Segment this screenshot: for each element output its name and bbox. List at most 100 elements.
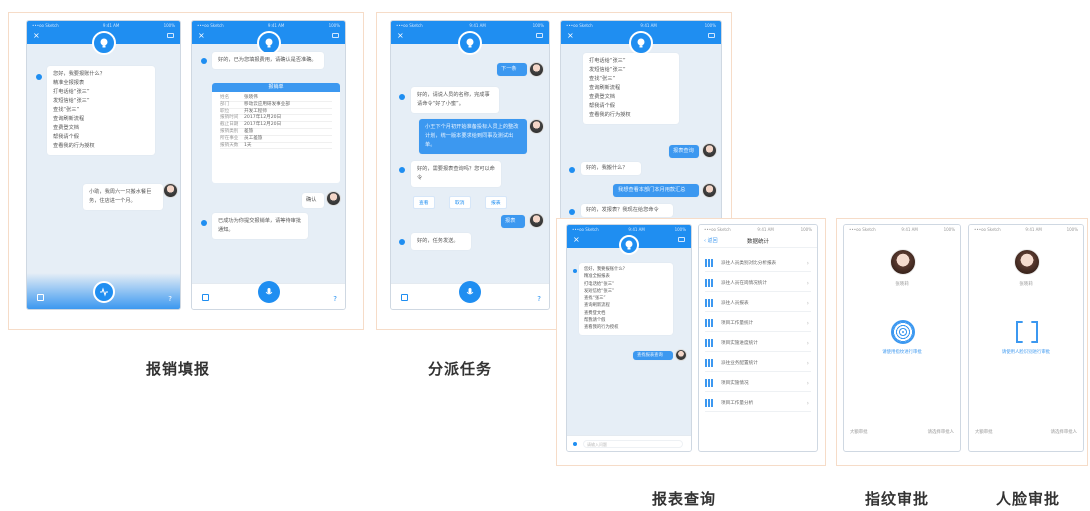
menu-item[interactable]: 精准全报报表 xyxy=(53,79,149,88)
menu-icon[interactable] xyxy=(536,33,543,38)
help-icon[interactable]: ? xyxy=(537,295,541,303)
menu-item[interactable]: 查费登文档 xyxy=(589,93,673,102)
face-id-icon[interactable] xyxy=(1016,321,1038,343)
menu-item[interactable]: 查看我的行为授权 xyxy=(584,324,668,331)
list-item[interactable]: 项目实施进度统计 › xyxy=(705,335,811,352)
confirm-bubble[interactable]: 确认 xyxy=(302,193,324,208)
message-input[interactable]: 请输入问题 xyxy=(583,440,683,448)
menu-icon[interactable] xyxy=(678,237,685,242)
list-item[interactable]: 派往人员报表 › xyxy=(705,295,811,312)
user-avatar xyxy=(529,119,544,134)
list-item[interactable]: 项目工作量分析 › xyxy=(705,395,811,412)
action-button[interactable]: 查看 xyxy=(413,196,435,209)
menu-icon[interactable] xyxy=(332,33,339,38)
list-item[interactable]: 派往业务配置统计 › xyxy=(705,355,811,372)
user-avatar xyxy=(326,191,341,206)
time-label: 9:41 AM xyxy=(267,23,285,28)
chevron-right-icon: › xyxy=(806,359,809,367)
menu-icon[interactable] xyxy=(708,33,715,38)
bot-avatar xyxy=(201,58,207,64)
bottom-bar: ? xyxy=(391,281,549,309)
time-label: 9:41 AM xyxy=(901,227,918,232)
menu-item[interactable]: 帮我请个假 xyxy=(584,317,668,324)
menu-item[interactable]: 精准全报报表 xyxy=(584,273,668,280)
bot-avatar xyxy=(569,209,575,215)
action-button[interactable]: 报表 xyxy=(485,196,507,209)
menu-item[interactable]: 打电话给“张三” xyxy=(584,281,668,288)
time-label: 9:41 AM xyxy=(640,23,657,28)
battery-label: 100% xyxy=(704,23,716,28)
chevron-right-icon: › xyxy=(806,319,809,327)
menu-item[interactable]: 帮我请个假 xyxy=(53,133,149,142)
menu-item[interactable]: 打电话给“张三” xyxy=(589,57,673,66)
menu-item[interactable]: 查看我的行为授权 xyxy=(53,142,149,151)
keyboard-icon[interactable] xyxy=(37,294,44,301)
voice-dot-icon[interactable] xyxy=(573,442,577,446)
menu-item[interactable]: 发短信给“张三” xyxy=(589,66,673,75)
list-item[interactable]: 项目工作量统计 › xyxy=(705,315,811,332)
list-item[interactable]: 派往人员在岗情况统计 › xyxy=(705,275,811,292)
list-item-label: 派往人员在岗情况统计 xyxy=(721,281,767,286)
mic-button[interactable] xyxy=(459,281,481,303)
menu-item[interactable]: 查看我的行为授权 xyxy=(589,111,673,120)
chevron-right-icon: › xyxy=(806,339,809,347)
bot-menu-bubble: 打电话给“张三” 发短信给“张三” 查找“张三” 查询刷新流程 查费登文档 帮我… xyxy=(583,53,679,124)
user-avatar xyxy=(675,349,687,361)
menu-item[interactable]: 查找“张三” xyxy=(589,75,673,84)
caption-assign: 分派任务 xyxy=(428,360,493,378)
time-label: 9:41 AM xyxy=(628,227,645,232)
keyboard-icon[interactable] xyxy=(401,294,408,301)
bot-avatar xyxy=(201,220,207,226)
list-item[interactable]: 派往人员类别对比分析报表 › xyxy=(705,255,811,272)
carrier-label: •••oo Sketch xyxy=(704,227,731,232)
menu-item[interactable]: 查费登文档 xyxy=(53,124,149,133)
chart-bar-icon xyxy=(705,359,713,367)
help-icon[interactable]: ? xyxy=(333,295,337,303)
close-icon[interactable]: × xyxy=(397,32,404,40)
voice-button[interactable] xyxy=(92,281,115,303)
menu-item[interactable]: 发短信给“张三” xyxy=(584,288,668,295)
user-message-bubble: 下一条 xyxy=(497,63,527,76)
list-item-label: 项目工作量分析 xyxy=(721,401,754,406)
menu-icon[interactable] xyxy=(167,33,174,38)
close-icon[interactable]: × xyxy=(198,32,205,40)
carrier-label: •••oo Sketch xyxy=(849,227,876,232)
approval-right-label[interactable]: 请选择审批人 xyxy=(1051,429,1077,435)
menu-item[interactable]: 查找“张三” xyxy=(584,295,668,302)
phone-reimburse-chat: •••oo Sketch 9:41 AM 100% × 您好，我要报账什么？ 精准全… xyxy=(26,20,181,310)
menu-item[interactable]: 帮我请个假 xyxy=(589,102,673,111)
face-approve-link[interactable]: 请使用人脸识别进行审批 xyxy=(969,349,1083,355)
battery-label: 100% xyxy=(163,23,175,28)
menu-item[interactable]: 查询刷新流程 xyxy=(589,84,673,93)
battery-label: 100% xyxy=(1066,227,1078,232)
keyboard-icon[interactable] xyxy=(202,294,209,301)
list-item[interactable]: 项目实施情况 › xyxy=(705,375,811,392)
fingerprint-approve-link[interactable]: 请使用指纹进行审批 xyxy=(844,349,960,355)
row-key: 截止日期 xyxy=(220,122,239,128)
row-key: 所在事业 xyxy=(220,135,239,141)
status-bar: •••oo Sketch 9:41 AM 100% xyxy=(192,21,345,30)
approval-left-label[interactable]: 大额审批 xyxy=(975,429,993,435)
user-avatar xyxy=(529,62,544,77)
close-icon[interactable]: × xyxy=(573,236,580,244)
menu-item[interactable]: 查询刷新流程 xyxy=(53,115,149,124)
close-icon[interactable]: × xyxy=(33,32,40,40)
fingerprint-icon[interactable] xyxy=(891,320,915,344)
wave-icon xyxy=(99,287,108,297)
approval-right-label[interactable]: 请选择审批人 xyxy=(928,429,954,435)
close-icon[interactable]: × xyxy=(567,32,574,40)
action-button[interactable]: 取消 xyxy=(449,196,471,209)
help-icon[interactable]: ? xyxy=(168,295,172,303)
mic-icon xyxy=(466,288,474,295)
list-item-label: 项目工作量统计 xyxy=(721,321,754,326)
approval-left-label[interactable]: 大额审批 xyxy=(850,429,868,435)
menu-item[interactable]: 查费登文档 xyxy=(584,310,668,317)
mic-button[interactable] xyxy=(257,281,280,303)
user-name: 张晓莉 xyxy=(895,282,909,287)
menu-item[interactable]: 发短信给“张三” xyxy=(53,97,149,106)
phone-reimburse-form: •••oo Sketch 9:41 AM 100% × 好的，已为您填报费用，请确认… xyxy=(191,20,346,310)
menu-item[interactable]: 打电话给“张三” xyxy=(53,88,149,97)
menu-item[interactable]: 查询刷新流程 xyxy=(584,302,668,309)
greeting-text: 您好，我要报账什么？ xyxy=(584,267,627,272)
menu-item[interactable]: 查找“张三” xyxy=(53,106,149,115)
